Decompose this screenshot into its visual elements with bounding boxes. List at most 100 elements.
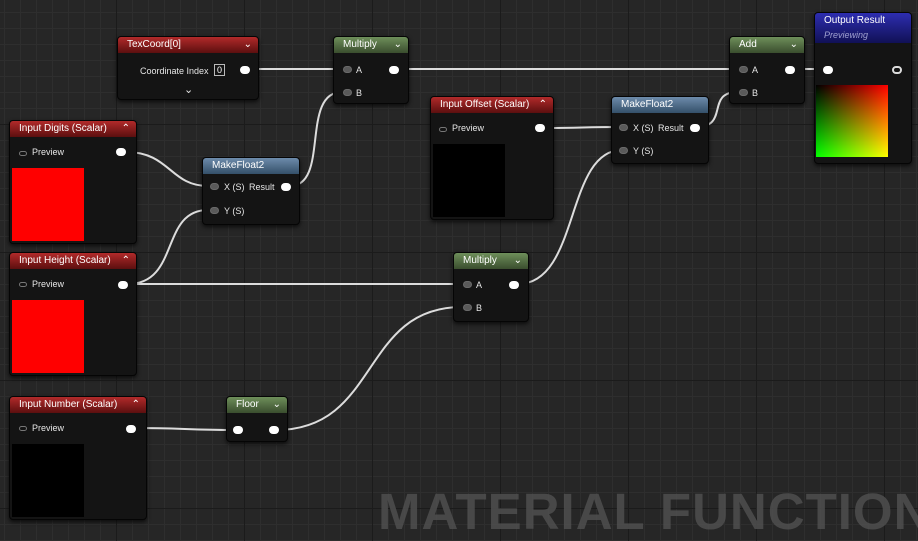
multiply-top-a-label: A xyxy=(356,65,363,75)
input-number-header[interactable]: Input Number (Scalar) ⌃ xyxy=(10,397,146,413)
makefloat2-left-y-pin[interactable] xyxy=(210,207,219,214)
makefloat2-right-x-pin[interactable] xyxy=(619,124,628,131)
floor-input-pin[interactable] xyxy=(233,426,243,434)
preview-radio-icon[interactable] xyxy=(19,426,27,431)
input-height-output-pin[interactable] xyxy=(118,281,128,289)
floor-header[interactable]: Floor ⌄ xyxy=(227,397,287,413)
input-offset-header[interactable]: Input Offset (Scalar) ⌃ xyxy=(431,97,553,113)
input-number-title: Input Number (Scalar) xyxy=(19,399,118,410)
texcoord-title: TexCoord[0] xyxy=(127,39,181,50)
makefloat2-left-x-pin[interactable] xyxy=(210,183,219,190)
texcoord-node[interactable]: TexCoord[0] ⌄ Coordinate Index 0 ⌄ xyxy=(117,36,259,100)
chevron-up-icon[interactable]: ⌃ xyxy=(539,97,547,113)
chevron-up-icon[interactable]: ⌃ xyxy=(122,121,130,137)
wire-floor-to-multiply-b xyxy=(275,306,463,431)
input-digits-swatch xyxy=(12,168,84,241)
output-result-pin[interactable] xyxy=(892,66,902,74)
makefloat2-right-output-pin[interactable] xyxy=(690,124,700,132)
previewing-status: Previewing xyxy=(824,30,869,40)
input-digits-title: Input Digits (Scalar) xyxy=(19,123,107,134)
multiply-top-output-pin[interactable] xyxy=(389,66,399,74)
makefloat2-left-result-label: Result xyxy=(249,182,275,192)
input-height-swatch xyxy=(12,300,84,373)
makefloat2-right-y-pin[interactable] xyxy=(619,147,628,154)
makefloat2-right-header[interactable]: MakeFloat2 xyxy=(612,97,708,113)
input-offset-title: Input Offset (Scalar) xyxy=(440,99,530,110)
texcoord-output-pin[interactable] xyxy=(240,66,250,74)
makefloat2-left-x-label: X (S) xyxy=(224,182,245,192)
chevron-down-icon[interactable]: ⌄ xyxy=(244,37,252,53)
texcoord-header[interactable]: TexCoord[0] ⌄ xyxy=(118,37,258,53)
input-number-swatch xyxy=(12,444,84,517)
makefloat2-right-x-label: X (S) xyxy=(633,123,654,133)
makefloat2-right-title: MakeFloat2 xyxy=(621,99,674,110)
input-number-output-pin[interactable] xyxy=(126,425,136,433)
chevron-down-icon[interactable]: ⌄ xyxy=(394,37,402,53)
floor-output-pin[interactable] xyxy=(269,426,279,434)
preview-radio-icon[interactable] xyxy=(19,151,27,156)
add-header[interactable]: Add ⌄ xyxy=(730,37,804,53)
input-height-header[interactable]: Input Height (Scalar) ⌃ xyxy=(10,253,136,269)
makefloat2-left-y-label: Y (S) xyxy=(224,206,245,216)
multiply-top-node[interactable]: Multiply ⌄ A B xyxy=(333,36,409,104)
output-result-node[interactable]: Output Result Previewing xyxy=(814,12,912,164)
output-preview-gradient xyxy=(816,85,888,157)
makefloat2-left-node[interactable]: MakeFloat2 X (S) Result Y (S) xyxy=(202,157,300,225)
add-b-pin[interactable] xyxy=(739,89,748,96)
chevron-down-icon[interactable]: ⌄ xyxy=(514,253,522,269)
output-result-header[interactable]: Output Result Previewing xyxy=(815,13,911,43)
multiply-mid-b-pin[interactable] xyxy=(463,304,472,311)
wire-digits-to-makefloat-x xyxy=(125,151,209,187)
add-output-pin[interactable] xyxy=(785,66,795,74)
add-a-pin[interactable] xyxy=(739,66,748,73)
multiply-mid-a-pin[interactable] xyxy=(463,281,472,288)
preview-radio-icon[interactable] xyxy=(19,282,27,287)
input-number-node[interactable]: Input Number (Scalar) ⌃ Preview xyxy=(9,396,147,520)
chevron-down-icon[interactable]: ⌄ xyxy=(790,37,798,53)
add-a-label: A xyxy=(752,65,759,75)
makefloat2-right-node[interactable]: MakeFloat2 X (S) Result Y (S) xyxy=(611,96,709,164)
input-height-node[interactable]: Input Height (Scalar) ⌃ Preview xyxy=(9,252,137,376)
wire-height-to-makefloat-y xyxy=(127,209,209,285)
input-number-preview-label: Preview xyxy=(32,423,65,433)
wire-number-to-floor xyxy=(135,427,237,431)
input-offset-node[interactable]: Input Offset (Scalar) ⌃ Preview xyxy=(430,96,554,220)
add-title: Add xyxy=(739,39,757,50)
multiply-top-b-pin[interactable] xyxy=(343,89,352,96)
floor-title: Floor xyxy=(236,399,259,410)
input-digits-header[interactable]: Input Digits (Scalar) ⌃ xyxy=(10,121,136,137)
preview-radio-icon[interactable] xyxy=(439,127,447,132)
makefloat2-left-title: MakeFloat2 xyxy=(212,160,265,171)
output-input-pin[interactable] xyxy=(823,66,833,74)
multiply-top-header[interactable]: Multiply ⌄ xyxy=(334,37,408,53)
expand-chevron-icon[interactable]: ⌄ xyxy=(184,83,193,97)
floor-node[interactable]: Floor ⌄ xyxy=(226,396,288,442)
input-offset-output-pin[interactable] xyxy=(535,124,545,132)
makefloat2-left-header[interactable]: MakeFloat2 xyxy=(203,158,299,174)
add-b-label: B xyxy=(752,88,759,98)
input-digits-output-pin[interactable] xyxy=(116,148,126,156)
multiply-top-title: Multiply xyxy=(343,39,377,50)
input-height-preview-label: Preview xyxy=(32,279,65,289)
multiply-mid-output-pin[interactable] xyxy=(509,281,519,289)
input-offset-swatch xyxy=(433,144,505,217)
add-node[interactable]: Add ⌄ A B xyxy=(729,36,805,104)
makefloat2-right-result-label: Result xyxy=(658,123,684,133)
multiply-mid-header[interactable]: Multiply ⌄ xyxy=(454,253,528,269)
input-digits-preview-label: Preview xyxy=(32,147,65,157)
makefloat2-left-output-pin[interactable] xyxy=(281,183,291,191)
chevron-up-icon[interactable]: ⌃ xyxy=(132,397,140,413)
chevron-up-icon[interactable]: ⌃ xyxy=(122,253,130,269)
output-result-title: Output Result xyxy=(824,15,886,26)
coordinate-index-field[interactable]: 0 xyxy=(214,64,225,76)
input-digits-node[interactable]: Input Digits (Scalar) ⌃ Preview xyxy=(9,120,137,244)
input-offset-preview-label: Preview xyxy=(452,123,485,133)
multiply-mid-b-label: B xyxy=(476,303,483,313)
multiply-top-a-pin[interactable] xyxy=(343,66,352,73)
multiply-mid-node[interactable]: Multiply ⌄ A B xyxy=(453,252,529,322)
coordinate-index-label: Coordinate Index xyxy=(140,66,209,76)
multiply-mid-title: Multiply xyxy=(463,255,497,266)
chevron-down-icon[interactable]: ⌄ xyxy=(273,397,281,413)
input-height-title: Input Height (Scalar) xyxy=(19,255,111,266)
multiply-top-b-label: B xyxy=(356,88,363,98)
